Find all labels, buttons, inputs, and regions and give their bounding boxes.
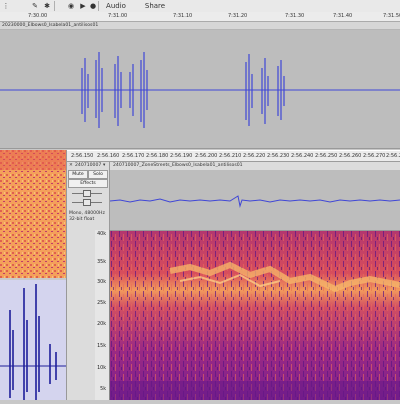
freq-scale-label: 20k bbox=[97, 322, 106, 327]
freq-scale-label: 15k bbox=[97, 344, 106, 349]
timeline-ruler-secondary[interactable]: 2:56.150 2:56.160 2:56.170 2:56.180 2:56… bbox=[67, 151, 400, 162]
waveform-thumbnail[interactable] bbox=[0, 280, 66, 400]
ruler-label: 2:56.230 bbox=[267, 153, 290, 159]
share-audio-button[interactable]: Share Audio bbox=[140, 1, 170, 20]
waveform-secondary[interactable] bbox=[109, 170, 400, 231]
ruler-label: 2:56.180 bbox=[146, 153, 169, 159]
pan-slider-knob[interactable] bbox=[83, 199, 91, 206]
waveform-secondary-graphic bbox=[109, 195, 400, 208]
pencil-tool-icon[interactable]: ✎ bbox=[30, 1, 40, 11]
freq-scale-label: 35k bbox=[97, 260, 106, 265]
freq-scale-label: 5k bbox=[100, 387, 106, 392]
close-track-icon[interactable]: ✕ bbox=[69, 163, 73, 169]
ruler-label: 7:31.50 bbox=[383, 13, 400, 19]
play-icon[interactable]: ▶ bbox=[78, 1, 88, 11]
spectrogram-thumbnail[interactable] bbox=[0, 150, 66, 278]
ruler-label: 7:30.00 bbox=[28, 13, 48, 19]
freq-scale-label: 40k bbox=[97, 232, 106, 237]
ruler-label: 2:56.150 bbox=[71, 153, 94, 159]
ruler-label: 7:31.30 bbox=[285, 13, 305, 19]
ruler-label: 2:56.170 bbox=[122, 153, 145, 159]
toolbar-separator bbox=[98, 1, 99, 11]
toolbar-separator bbox=[54, 1, 55, 11]
record-icon[interactable]: ● bbox=[88, 1, 98, 11]
eye-icon[interactable]: ◉ bbox=[66, 1, 76, 11]
ruler-label: 7:31.00 bbox=[108, 13, 128, 19]
waveform-main[interactable] bbox=[0, 30, 400, 149]
track-name-secondary: 240710007_ZoneStreets_Elbows0_Isabela01_… bbox=[113, 163, 243, 168]
track-menu-button[interactable]: 240710007 bbox=[75, 163, 101, 169]
ruler-label: 2:56.160 bbox=[97, 153, 120, 159]
ruler-label: 7:31.10 bbox=[173, 13, 193, 19]
menu-dots-icon[interactable]: ⋮ bbox=[2, 1, 10, 11]
ruler-label: 2:56.220 bbox=[243, 153, 266, 159]
frequency-scale[interactable]: 40k 35k 30k 25k 20k 15k 10k 5k bbox=[95, 230, 110, 400]
spectrogram-graphic bbox=[110, 231, 400, 400]
track-bitdepth-info: 32-bit float bbox=[69, 217, 95, 222]
ruler-label: 7:31.40 bbox=[333, 13, 353, 19]
multi-tool-icon[interactable]: ✱ bbox=[42, 1, 52, 11]
freq-scale-label: 10k bbox=[97, 366, 106, 371]
gain-slider-knob[interactable] bbox=[83, 190, 91, 197]
freq-scale-label: 30k bbox=[97, 280, 106, 285]
freq-scale-label: 25k bbox=[97, 301, 106, 306]
waveform-thumbnail-graphic bbox=[0, 284, 66, 400]
waveform-graphic bbox=[0, 52, 400, 128]
ruler-label: 2:56.280 bbox=[386, 153, 400, 159]
ruler-label: 2:56.250 bbox=[315, 153, 338, 159]
spectrogram-view[interactable] bbox=[110, 231, 400, 400]
mute-button[interactable]: Mute bbox=[68, 170, 88, 179]
ruler-label: 7:31.20 bbox=[228, 13, 248, 19]
solo-button[interactable]: Solo bbox=[88, 170, 108, 179]
ruler-label: 2:56.210 bbox=[219, 153, 242, 159]
ruler-label: 2:56.240 bbox=[291, 153, 314, 159]
spectrogram-thumbnail-graphic bbox=[0, 150, 66, 278]
track-name: 20230000_Elbows0_Isabela01_antilisos01 bbox=[2, 23, 99, 28]
ruler-label: 2:56.190 bbox=[170, 153, 193, 159]
ruler-label: 2:56.200 bbox=[195, 153, 218, 159]
ruler-label: 2:56.270 bbox=[363, 153, 386, 159]
track-title-bar[interactable]: 20230000_Elbows0_Isabela01_antilisos01 bbox=[0, 22, 400, 30]
ruler-label: 2:56.260 bbox=[339, 153, 362, 159]
chevron-down-icon[interactable]: ▾ bbox=[103, 163, 105, 169]
timeline-ruler[interactable]: 7:30.00 7:31.00 7:31.10 7:31.20 7:31.30 … bbox=[0, 12, 400, 22]
effects-button[interactable]: Effects bbox=[68, 179, 108, 188]
audio-setup-button[interactable]: Audio Setup bbox=[100, 1, 132, 20]
